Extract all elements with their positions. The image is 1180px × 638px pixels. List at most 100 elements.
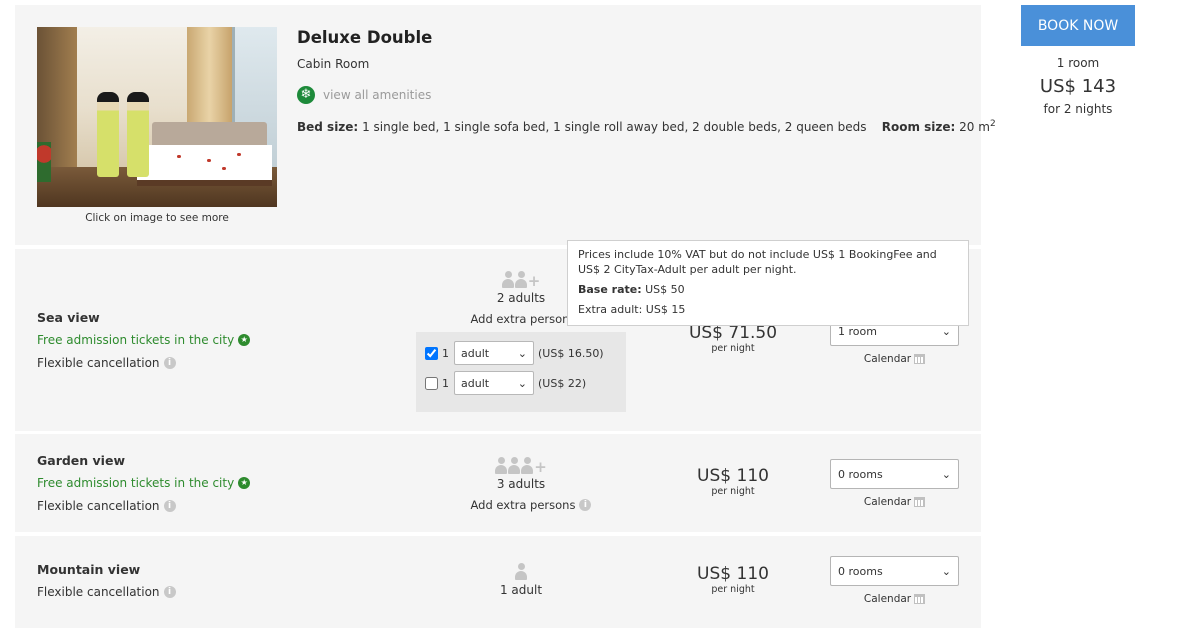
rate-name: Sea view bbox=[37, 310, 100, 325]
room-subtitle: Cabin Room bbox=[297, 57, 370, 71]
tooltip-extra-adult: Extra adult: US$ 15 bbox=[578, 303, 686, 316]
photo-person bbox=[97, 92, 119, 177]
rate-name: Garden view bbox=[37, 453, 125, 468]
info-icon[interactable]: i bbox=[163, 357, 176, 369]
extra-person-type: adult bbox=[461, 346, 490, 360]
star-icon[interactable]: ★ bbox=[238, 477, 251, 489]
rooms-selected: 0 rooms bbox=[838, 564, 883, 578]
view-amenities-link[interactable]: view all amenities bbox=[323, 88, 431, 102]
plus-icon: + bbox=[527, 272, 541, 290]
extra-person-price: (US$ 16.50) bbox=[538, 346, 604, 360]
summary-total-price: US$ 143 bbox=[1039, 76, 1117, 97]
info-icon[interactable]: i bbox=[163, 586, 176, 598]
rate-perk: Free admission tickets in the city ★ bbox=[37, 476, 251, 490]
extra-person-checkbox[interactable] bbox=[425, 376, 438, 390]
perk-text: Free admission tickets in the city bbox=[37, 476, 235, 490]
person-icons: + bbox=[456, 454, 586, 475]
person-icon bbox=[495, 457, 508, 474]
tooltip-vat-note: Prices include 10% VAT but do not includ… bbox=[578, 248, 937, 276]
calendar-label: Calendar bbox=[863, 353, 912, 365]
photo-flowers bbox=[37, 142, 51, 182]
photo-petal bbox=[177, 155, 181, 158]
calendar-link[interactable]: Calendar bbox=[830, 593, 959, 605]
extra-person-count: 1 bbox=[442, 376, 449, 390]
person-icon bbox=[501, 271, 514, 288]
calendar-label: Calendar bbox=[863, 496, 912, 508]
cancellation-policy: Flexible cancellation i bbox=[37, 585, 176, 599]
adult-count: 1 adult bbox=[499, 583, 543, 597]
bed-size-value: 1 single bed, 1 single sofa bed, 1 singl… bbox=[362, 120, 867, 134]
rooms-select[interactable]: 0 rooms ⌄ bbox=[830, 556, 959, 586]
price-amount: US$ 110 bbox=[697, 466, 769, 486]
rate-price: US$ 110 per night bbox=[681, 466, 785, 497]
rooms-selected: 1 room bbox=[838, 324, 877, 338]
extra-person-row: 1 adult ⌄ (US$ 22) bbox=[425, 371, 586, 395]
calendar-icon bbox=[914, 497, 926, 507]
rooms-selected: 0 rooms bbox=[838, 467, 883, 481]
extra-person-row: 1 adult ⌄ (US$ 16.50) bbox=[425, 341, 604, 365]
perk-text: Free admission tickets in the city bbox=[37, 333, 235, 347]
add-extra-persons[interactable]: Add extra persons i bbox=[446, 498, 616, 512]
chevron-down-icon: ⌄ bbox=[941, 324, 951, 338]
extra-person-checkbox[interactable] bbox=[425, 346, 438, 360]
amenities-row: ❄ view all amenities bbox=[297, 86, 431, 104]
star-icon[interactable]: ★ bbox=[238, 334, 251, 346]
room-panel: Click on image to see more Deluxe Double… bbox=[15, 5, 996, 245]
cancellation-text: Flexible cancellation bbox=[37, 499, 160, 513]
bed-size-label: Bed size: bbox=[297, 120, 359, 134]
book-now-button[interactable]: BOOK NOW bbox=[1021, 5, 1135, 46]
image-caption: Click on image to see more bbox=[85, 212, 229, 224]
room-details: Bed size: 1 single bed, 1 single sofa be… bbox=[297, 119, 996, 134]
person-icons bbox=[456, 560, 586, 580]
cancellation-text: Flexible cancellation bbox=[37, 585, 160, 599]
cancellation-policy: Flexible cancellation i bbox=[37, 356, 176, 370]
room-size-value: 20 m bbox=[959, 120, 990, 134]
add-extra-persons-label: Add extra persons bbox=[470, 498, 576, 512]
rate-row-garden-view: Garden view Free admission tickets in th… bbox=[15, 434, 981, 532]
extra-person-type: adult bbox=[461, 376, 490, 390]
room-size-label: Room size: bbox=[881, 120, 956, 134]
calendar-link[interactable]: Calendar bbox=[830, 496, 959, 508]
chevron-down-icon: ⌄ bbox=[517, 376, 527, 390]
occupancy: + 3 adults bbox=[456, 454, 586, 491]
extra-person-price: (US$ 22) bbox=[538, 376, 587, 390]
adult-count: 3 adults bbox=[496, 477, 546, 491]
rate-price: US$ 110 per night bbox=[681, 564, 785, 595]
snowflake-icon: ❄ bbox=[297, 86, 315, 104]
person-icon bbox=[508, 457, 521, 474]
person-icon bbox=[514, 271, 527, 288]
extra-person-type-select[interactable]: adult ⌄ bbox=[454, 371, 534, 395]
photo-petal bbox=[237, 153, 241, 156]
cancellation-policy: Flexible cancellation i bbox=[37, 499, 176, 513]
calendar-icon bbox=[914, 354, 926, 364]
chevron-down-icon: ⌄ bbox=[517, 346, 527, 360]
extra-person-type-select[interactable]: adult ⌄ bbox=[454, 341, 534, 365]
chevron-down-icon: ⌄ bbox=[941, 564, 951, 578]
rate-perk: Free admission tickets in the city ★ bbox=[37, 333, 251, 347]
photo-bed bbox=[137, 145, 272, 180]
base-rate-value: US$ 50 bbox=[645, 283, 685, 296]
room-size-unit: 2 bbox=[989, 119, 996, 129]
rate-price: US$ 71.50 per night bbox=[681, 323, 785, 354]
info-icon[interactable]: i bbox=[163, 500, 176, 512]
person-icon bbox=[521, 457, 534, 474]
base-rate-label: Base rate: bbox=[578, 283, 642, 296]
extra-persons-box: 1 adult ⌄ (US$ 16.50) 1 adult ⌄ (US$ 22) bbox=[416, 332, 626, 412]
occupancy: 1 adult bbox=[456, 560, 586, 597]
calendar-link[interactable]: Calendar bbox=[830, 353, 959, 365]
room-photo[interactable] bbox=[37, 27, 277, 207]
photo-petal bbox=[222, 167, 226, 170]
tooltip-base-rate: Base rate: US$ 50 bbox=[578, 282, 958, 297]
rooms-select[interactable]: 0 rooms ⌄ bbox=[830, 459, 959, 489]
calendar-label: Calendar bbox=[863, 593, 912, 605]
cancellation-text: Flexible cancellation bbox=[37, 356, 160, 370]
rate-row-mountain-view: Mountain view Flexible cancellation i 1 … bbox=[15, 536, 981, 628]
price-per-night: per night bbox=[711, 486, 755, 497]
photo-person bbox=[127, 92, 149, 177]
person-icon bbox=[515, 563, 527, 580]
info-icon[interactable]: i bbox=[579, 499, 592, 511]
price-per-night: per night bbox=[711, 584, 755, 595]
price-per-night: per night bbox=[711, 343, 755, 354]
price-tooltip: Prices include 10% VAT but do not includ… bbox=[567, 240, 969, 326]
extra-person-count: 1 bbox=[442, 346, 449, 360]
